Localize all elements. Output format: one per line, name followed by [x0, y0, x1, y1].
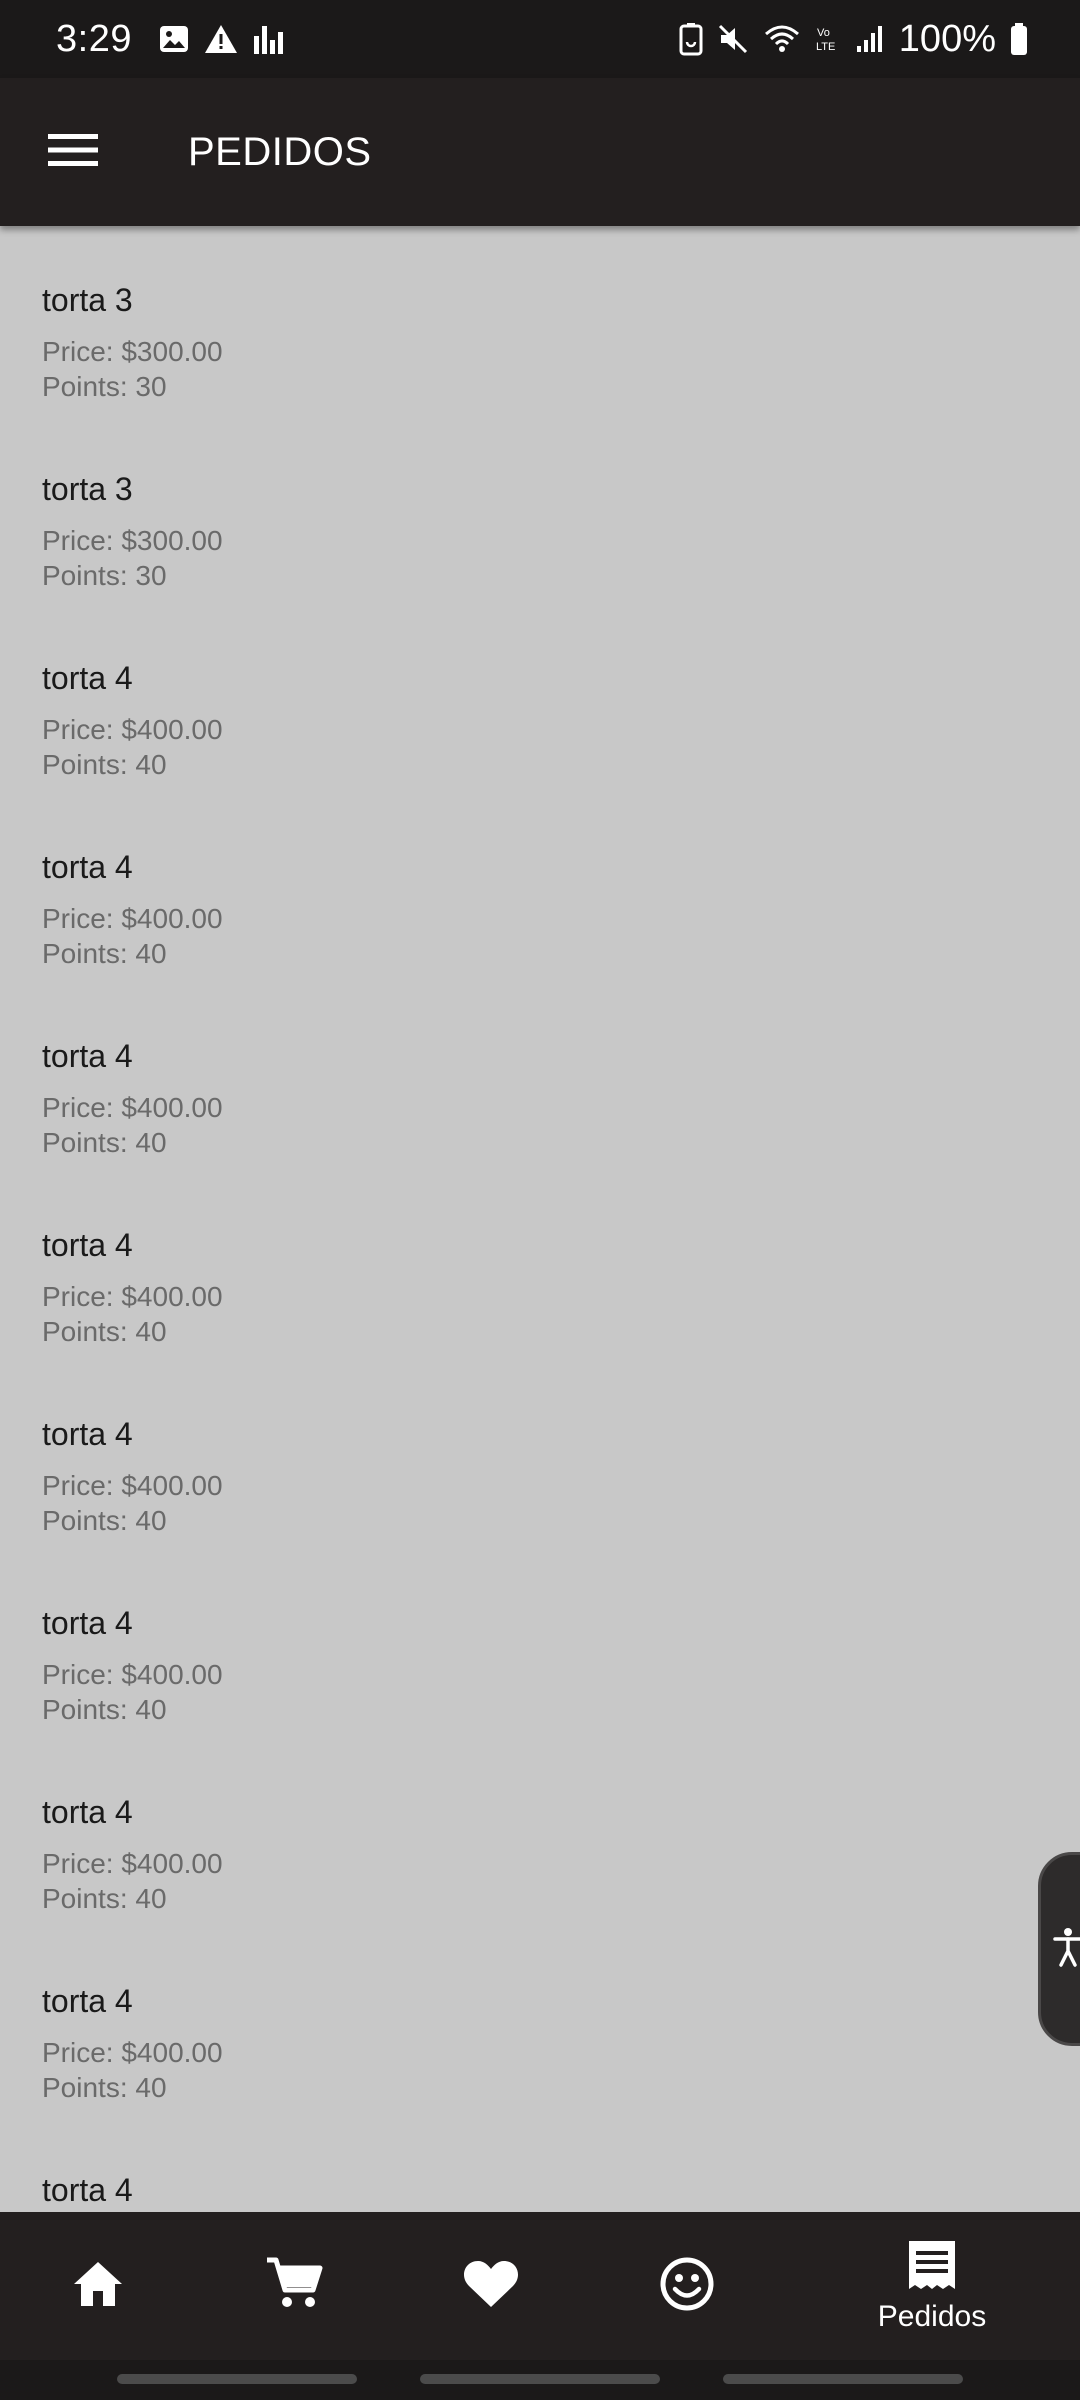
image-icon [158, 23, 190, 55]
warning-icon [204, 23, 238, 55]
order-name: torta 4 [42, 1605, 133, 1641]
order-name: torta 3 [42, 471, 133, 507]
page-title: PEDIDOS [188, 129, 372, 174]
status-bar: 3:29 Vo LTE 100% [0, 0, 1080, 78]
order-points: Points: 40 [42, 938, 167, 969]
order-name: torta 4 [42, 660, 133, 696]
nav-profile[interactable] [637, 2212, 737, 2360]
order-price: Price: $400.00 [42, 714, 223, 745]
order-points: Points: 30 [42, 560, 167, 591]
receipt-icon [907, 2239, 957, 2296]
hamburger-menu-icon [48, 132, 98, 173]
order-price: Price: $400.00 [42, 1092, 223, 1123]
accessibility-button[interactable] [1038, 1852, 1080, 2046]
nav-home[interactable] [48, 2212, 148, 2360]
svg-text:Vo: Vo [817, 27, 830, 39]
list-item[interactable]: torta 4 Price: $400.00 Points: 40 [42, 660, 942, 849]
order-name: torta 4 [42, 1227, 133, 1263]
list-item[interactable]: torta 4 Price: $400.00 Points: 40 [42, 849, 942, 1038]
list-item[interactable]: torta 3 Price: $300.00 Points: 30 [42, 471, 942, 660]
list-item[interactable]: torta 4 Price: $400.00 Points: 40 [42, 1227, 942, 1416]
cell-signal-icon [855, 24, 885, 54]
order-points: Points: 40 [42, 1127, 167, 1158]
order-points: Points: 40 [42, 1883, 167, 1914]
svg-text:LTE: LTE [816, 41, 835, 53]
order-points: Points: 40 [42, 749, 167, 780]
order-points: Points: 30 [42, 371, 167, 402]
order-points: Points: 40 [42, 1505, 167, 1536]
nav-favorites[interactable] [441, 2212, 541, 2360]
order-name: torta 4 [42, 1983, 133, 2019]
list-item[interactable]: torta 4 [42, 2172, 942, 2212]
order-price: Price: $400.00 [42, 2037, 223, 2068]
nav-pedidos[interactable]: Pedidos [862, 2212, 1002, 2360]
gesture-navigation-bar [0, 2360, 1080, 2400]
order-price: Price: $400.00 [42, 1659, 223, 1690]
order-name: torta 3 [42, 282, 133, 318]
battery-percent: 100% [898, 17, 996, 60]
order-price: Price: $400.00 [42, 903, 223, 934]
order-points: Points: 40 [42, 1694, 167, 1725]
smiley-icon [659, 2256, 715, 2317]
order-name: torta 4 [42, 2172, 133, 2208]
bottom-navigation: Pedidos [0, 2212, 1080, 2360]
wifi-icon [763, 23, 801, 55]
gesture-pill[interactable] [723, 2374, 963, 2384]
mute-icon [717, 23, 749, 55]
home-icon [70, 2258, 126, 2315]
list-item[interactable]: torta 4 Price: $400.00 Points: 40 [42, 1038, 942, 1227]
order-price: Price: $300.00 [42, 336, 223, 367]
order-points: Points: 40 [42, 1316, 167, 1347]
heart-icon [463, 2259, 519, 2314]
order-name: torta 4 [42, 1416, 133, 1452]
battery-icon [1010, 22, 1028, 56]
list-item[interactable]: torta 4 Price: $400.00 Points: 40 [42, 1605, 942, 1794]
orders-list[interactable]: torta 3 Price: $300.00 Points: 30 torta … [0, 226, 1080, 2212]
order-name: torta 4 [42, 849, 133, 885]
order-price: Price: $300.00 [42, 525, 223, 556]
volte-icon: Vo LTE [815, 24, 841, 54]
nav-label-pedidos: Pedidos [877, 2299, 987, 2333]
app-bar: PEDIDOS [0, 78, 1080, 226]
signal-bars-icon [252, 22, 286, 56]
list-item[interactable]: torta 4 Price: $400.00 Points: 40 [42, 1983, 942, 2172]
gesture-pill[interactable] [117, 2374, 357, 2384]
order-name: torta 4 [42, 1038, 133, 1074]
order-price: Price: $400.00 [42, 1470, 223, 1501]
order-price: Price: $400.00 [42, 1281, 223, 1312]
order-price: Price: $400.00 [42, 1848, 223, 1879]
order-points: Points: 40 [42, 2072, 167, 2103]
order-name: torta 4 [42, 1794, 133, 1830]
nav-cart[interactable] [244, 2212, 344, 2360]
battery-saver-icon [679, 22, 703, 56]
list-item[interactable]: torta 4 Price: $400.00 Points: 40 [42, 1416, 942, 1605]
list-item[interactable]: torta 3 Price: $300.00 Points: 30 [42, 282, 942, 471]
accessibility-icon [1053, 1927, 1080, 1972]
cart-icon [265, 2256, 323, 2317]
menu-button[interactable] [36, 115, 110, 189]
status-time: 3:29 [56, 17, 132, 60]
list-item[interactable]: torta 4 Price: $400.00 Points: 40 [42, 1794, 942, 1983]
gesture-pill[interactable] [420, 2374, 660, 2384]
